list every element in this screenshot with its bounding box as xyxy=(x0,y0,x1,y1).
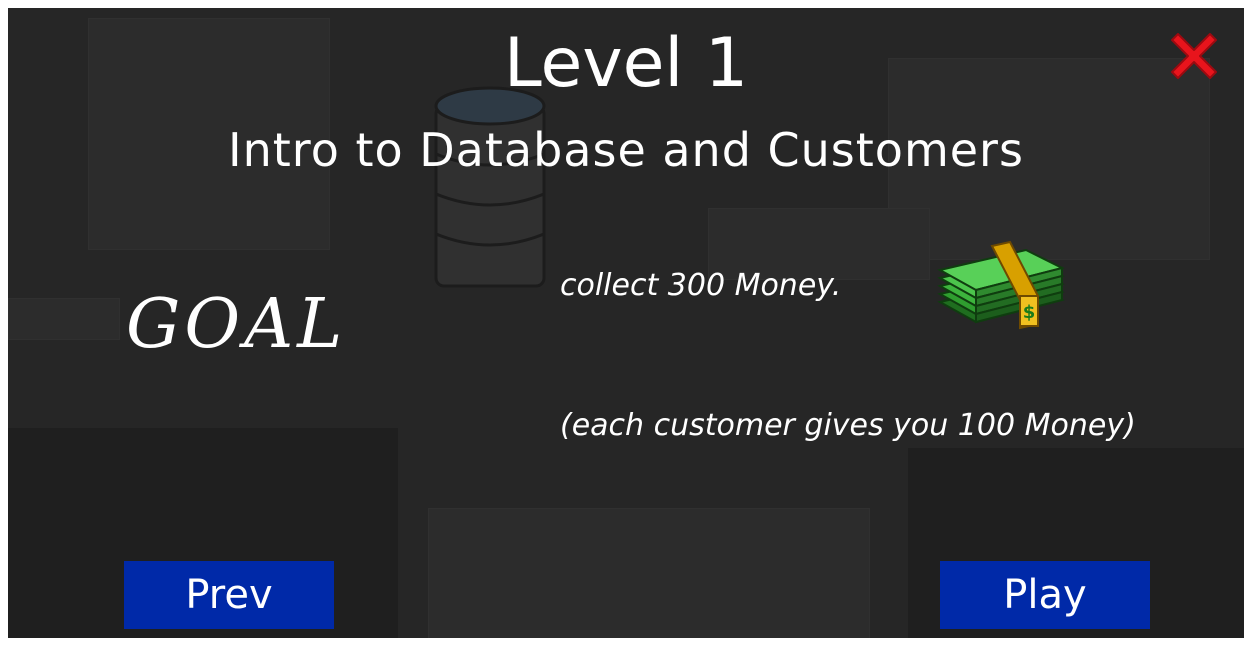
goal-objective: collect 300 Money. xyxy=(560,268,842,303)
goal-note: (each customer gives you 100 Money) xyxy=(560,408,1136,443)
svg-text:$: $ xyxy=(1023,302,1036,323)
close-icon xyxy=(1171,33,1217,79)
goal-heading: GOAL xyxy=(126,285,347,364)
close-button[interactable] xyxy=(1164,26,1224,86)
level-subtitle: Intro to Database and Customers xyxy=(228,123,1024,177)
prev-button[interactable]: Prev xyxy=(124,561,334,629)
play-button[interactable]: Play xyxy=(940,561,1150,629)
level-title: Level 1 xyxy=(503,24,749,103)
database-icon xyxy=(434,86,546,288)
money-stack-icon: $ xyxy=(937,240,1065,330)
level-intro-screen: Level 1 Intro to Database and Customers … xyxy=(8,8,1244,638)
